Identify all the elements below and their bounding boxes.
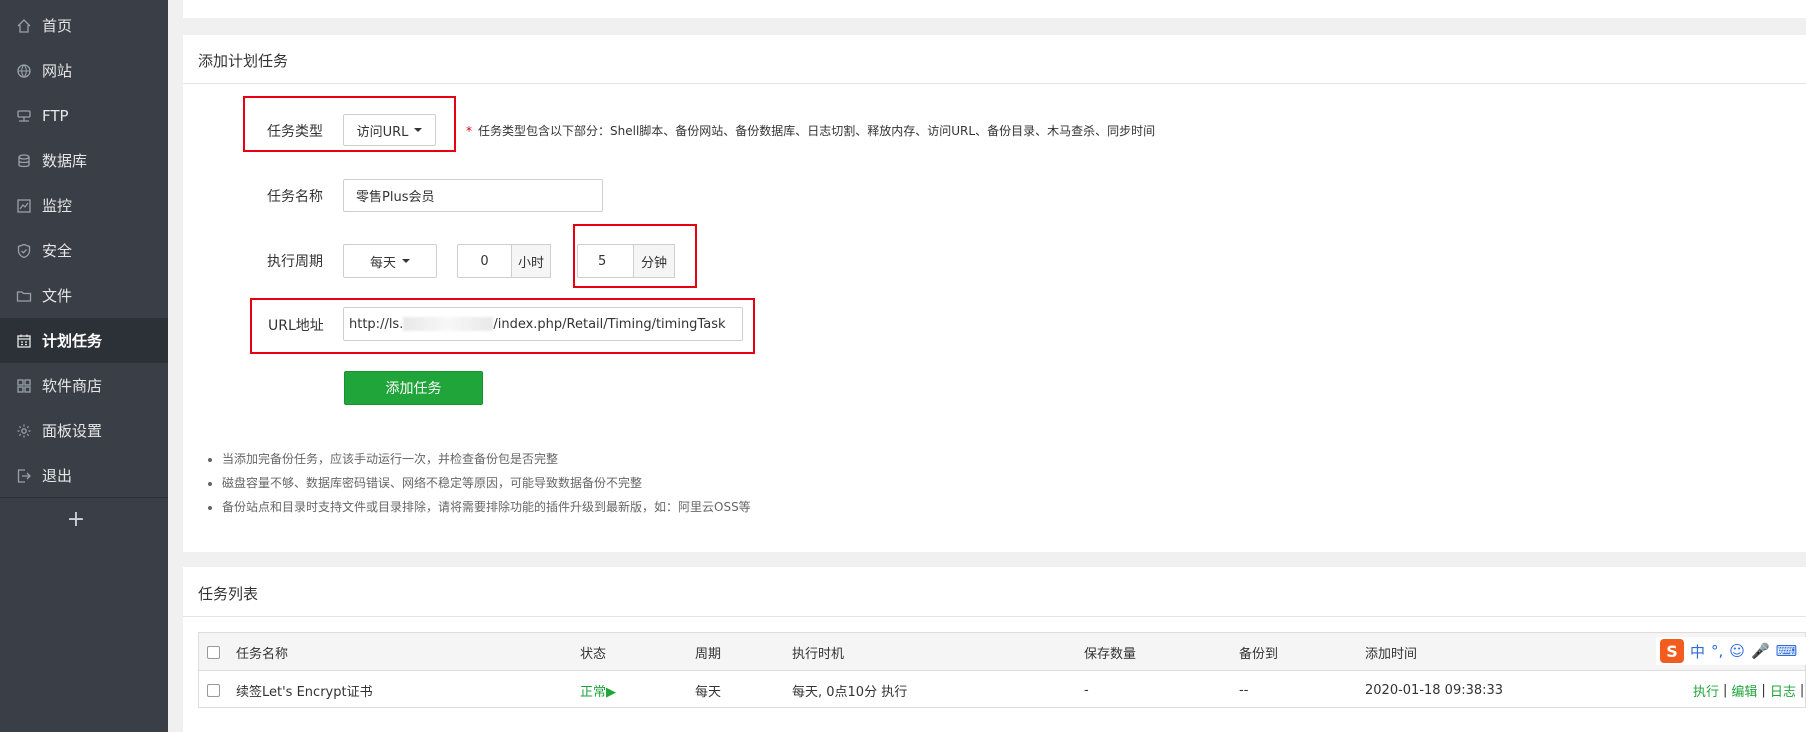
ime-mic-icon[interactable]: 🎤 [1751, 642, 1770, 660]
grid-icon [16, 378, 32, 394]
calendar-icon [16, 333, 32, 349]
row-exec-time: 每天, 0点10分 执行 [792, 684, 908, 700]
task-list-panel: 任务列表 任务名称 状态 周期 执行时机 保存数量 备份到 添加时间 续签Let… [183, 567, 1806, 732]
sidebar-item-logout[interactable]: 退出 [0, 453, 168, 498]
sidebar-item-home[interactable]: 首页 [0, 3, 168, 48]
monitor-icon [16, 198, 32, 214]
edit-link[interactable]: 编辑 [1731, 681, 1757, 700]
period-select[interactable]: 每天 [343, 244, 437, 278]
sidebar-item-label: 监控 [42, 197, 73, 215]
sidebar-item-label: 软件商店 [42, 377, 103, 395]
ime-toolbar[interactable]: S 中 °, ☺ 🎤 ⌨ [1656, 637, 1806, 665]
sidebar-item-website[interactable]: 网站 [0, 48, 168, 93]
chevron-down-icon [402, 259, 410, 263]
sidebar-item-cron[interactable]: 计划任务 [0, 318, 168, 363]
gear-icon [16, 423, 32, 439]
row-keep: - [1084, 682, 1089, 698]
sidebar-item-settings[interactable]: 面板设置 [0, 408, 168, 453]
highlight-box [573, 224, 697, 288]
period-value: 每天 [369, 255, 396, 271]
row-period: 每天 [695, 684, 722, 700]
run-link[interactable]: 执行 [1693, 681, 1719, 700]
panel-divider [183, 83, 1806, 84]
highlight-box [243, 96, 456, 152]
panel-title: 任务列表 [198, 585, 259, 603]
header-backup-to: 备份到 [1239, 646, 1279, 662]
ftp-icon [16, 108, 32, 124]
ime-keyboard-icon[interactable]: ⌨ [1776, 642, 1798, 660]
table-header: 任务名称 状态 周期 执行时机 保存数量 备份到 添加时间 [199, 633, 1805, 671]
note-item: 磁盘容量不够、数据库密码错误、网络不稳定等原因，可能导致数据备份不完整 [222, 471, 751, 495]
ime-emoji-icon[interactable]: ☺ [1729, 642, 1745, 660]
sidebar-item-monitor[interactable]: 监控 [0, 183, 168, 228]
folder-icon [16, 288, 32, 304]
row-backup-to: -- [1239, 682, 1249, 698]
sidebar-item-label: FTP [42, 106, 69, 125]
row-actions: 执行|编辑|日志|删 [1693, 681, 1805, 700]
globe-icon [16, 63, 32, 79]
sidebar-item-label: 文件 [42, 287, 73, 305]
sidebar-item-label: 计划任务 [42, 332, 103, 350]
database-icon [16, 153, 32, 169]
sidebar-item-label: 数据库 [42, 152, 88, 170]
period-label: 执行周期 [267, 254, 323, 270]
table-row: 续签Let's Encrypt证书 正常▶ 每天 每天, 0点10分 执行 - … [199, 671, 1805, 709]
logout-icon [16, 468, 32, 484]
sidebar-divider [0, 497, 168, 498]
sidebar-item-label: 安全 [42, 242, 73, 260]
header-exec-time: 执行时机 [792, 646, 845, 662]
required-star: * [466, 124, 472, 138]
task-table: 任务名称 状态 周期 执行时机 保存数量 备份到 添加时间 续签Let's En… [198, 632, 1806, 708]
sidebar-item-database[interactable]: 数据库 [0, 138, 168, 183]
panel-title: 添加计划任务 [198, 52, 289, 70]
header-period: 周期 [695, 646, 722, 662]
sidebar-item-security[interactable]: 安全 [0, 228, 168, 273]
row-status[interactable]: 正常▶ [580, 671, 616, 709]
header-added: 添加时间 [1365, 646, 1418, 662]
row-added: 2020-01-18 09:38:33 [1365, 682, 1504, 698]
note-item: 当添加完备份任务，应该手动运行一次，并检查备份包是否完整 [222, 447, 751, 471]
note-item: 备份站点和目录时支持文件或目录排除，请将需要排除功能的插件升级到最新版，如：阿里… [222, 495, 751, 519]
task-type-hint-text: 任务类型包含以下部分：Shell脚本、备份网站、备份数据库、日志切割、释放内存、… [478, 124, 1156, 138]
panel-divider [183, 616, 1806, 617]
ime-punct-icon[interactable]: °, [1711, 642, 1723, 660]
add-task-panel: 添加计划任务 任务类型 访问URL * 任务类型包含以下部分：Shell脚本、备份… [183, 35, 1806, 552]
task-name-value: 零售Plus会员 [356, 190, 435, 205]
sidebar-item-label: 网站 [42, 62, 73, 80]
ime-chinese-icon[interactable]: 中 [1690, 641, 1705, 662]
hour-unit: 小时 [511, 244, 551, 278]
header-status: 状态 [580, 646, 607, 662]
header-keep: 保存数量 [1084, 646, 1137, 662]
sidebar-add-button[interactable]: + [60, 508, 92, 532]
task-name-label: 任务名称 [267, 189, 323, 205]
ime-logo-icon: S [1660, 639, 1684, 663]
sidebar-item-ftp[interactable]: FTP [0, 93, 168, 138]
add-task-button[interactable]: 添加任务 [344, 371, 483, 405]
task-name-input[interactable]: 零售Plus会员 [343, 179, 603, 212]
sidebar-item-label: 首页 [42, 17, 73, 35]
sidebar-item-label: 退出 [42, 467, 73, 485]
row-name: 续签Let's Encrypt证书 [236, 684, 373, 700]
sidebar-item-store[interactable]: 软件商店 [0, 363, 168, 408]
sidebar-item-files[interactable]: 文件 [0, 273, 168, 318]
task-type-hint: * 任务类型包含以下部分：Shell脚本、备份网站、备份数据库、日志切割、释放内存… [466, 122, 1155, 139]
sidebar: 首页 网站 FTP 数据库 监控 安全 文件 计划任务 软件商店 面板设置 退出… [0, 0, 168, 732]
home-icon [16, 18, 32, 34]
select-all-checkbox[interactable] [207, 633, 220, 671]
highlight-box [250, 298, 755, 354]
header-name: 任务名称 [236, 646, 289, 662]
sidebar-item-label: 面板设置 [42, 422, 103, 440]
shield-icon [16, 243, 32, 259]
row-checkbox[interactable] [207, 671, 220, 709]
log-link[interactable]: 日志 [1770, 681, 1796, 700]
hour-input[interactable]: 0 [457, 244, 512, 278]
notes-list: 当添加完备份任务，应该手动运行一次，并检查备份包是否完整 磁盘容量不够、数据库密… [208, 447, 751, 519]
hour-value: 0 [480, 253, 489, 269]
top-panel [183, 0, 1806, 18]
